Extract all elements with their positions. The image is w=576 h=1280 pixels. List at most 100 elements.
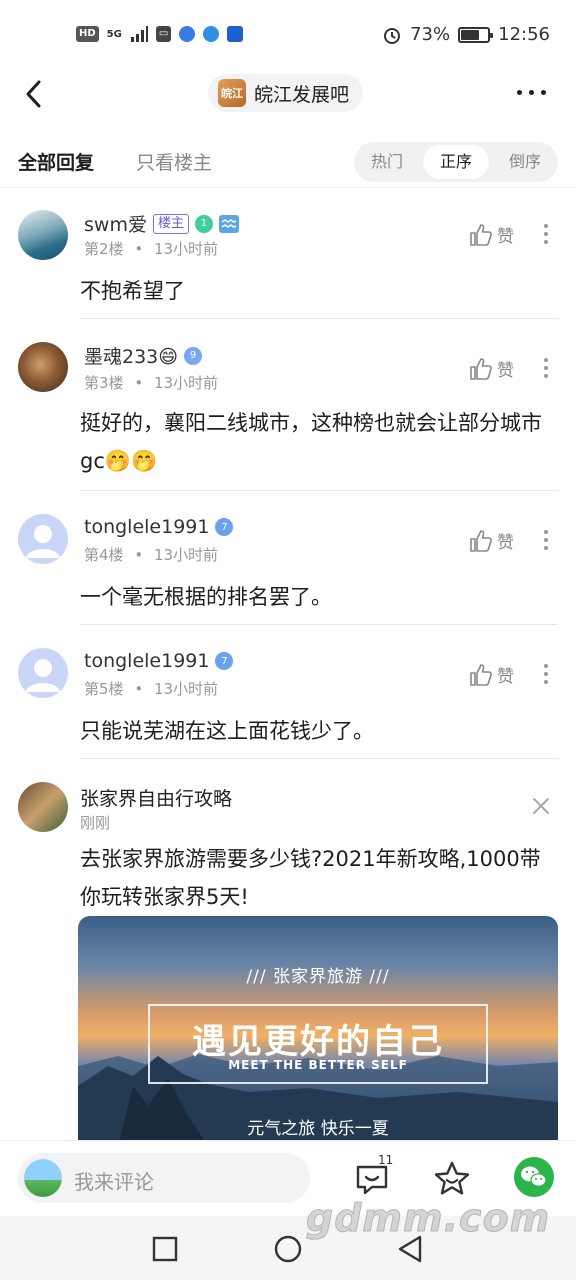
user-row: 墨魂233😄 9: [84, 342, 203, 369]
comment-meta: 第4楼 • 13小时前: [84, 546, 219, 564]
zodiac-icon: [218, 214, 239, 233]
music-icon: [179, 26, 196, 42]
like-label: 赞: [497, 361, 514, 381]
notification-icon: ▭: [155, 26, 172, 42]
username[interactable]: tonglele1991: [84, 516, 209, 538]
like-button[interactable]: 赞: [469, 356, 514, 381]
level-badge: 9: [184, 346, 203, 365]
comment-meta: 第5楼 • 13小时前: [84, 680, 219, 698]
user-row: swm爱 楼主 1: [84, 210, 239, 237]
comment-more-icon[interactable]: [544, 224, 548, 244]
thumbs-up-icon: [470, 223, 492, 246]
avatar[interactable]: [18, 210, 68, 260]
floor-number: 第2楼: [84, 240, 124, 258]
ad-text[interactable]: 去张家界旅游需要多少钱?2021年新攻略,1000带你玩转张家界5天!: [80, 840, 560, 916]
like-button[interactable]: 赞: [469, 528, 514, 553]
home-icon[interactable]: [273, 1234, 303, 1264]
like-label: 赞: [497, 667, 514, 687]
forum-logo: 皖江: [218, 79, 246, 107]
app-icon: [227, 26, 244, 42]
comment-meta: 第3楼 • 13小时前: [84, 374, 219, 392]
like-label: 赞: [497, 533, 514, 553]
post-time: 13小时前: [153, 374, 219, 392]
username[interactable]: 墨魂233😄: [84, 342, 178, 369]
top-nav: 皖江 皖江发展吧: [0, 70, 576, 118]
comment-text: 只能说芜湖在这上面花钱少了。: [80, 719, 374, 743]
banner-caption: 元气之旅 快乐一夏: [247, 1119, 389, 1139]
like-button[interactable]: 赞: [469, 222, 514, 247]
sort-asc[interactable]: 正序: [423, 145, 489, 179]
comment-item: swm爱 楼主 1 第2楼 • 13小时前 赞 不抱希望了: [0, 190, 576, 320]
avatar[interactable]: [18, 514, 68, 564]
status-bar: HD 5G ▭ 73% 12:56: [0, 0, 576, 70]
hd-icon: HD: [76, 26, 99, 42]
sort-switch: 热门 正序 倒序: [354, 142, 558, 182]
forum-name: 皖江发展吧: [254, 83, 350, 106]
wechat-share-icon[interactable]: [514, 1157, 554, 1197]
comment-more-icon[interactable]: [544, 530, 548, 550]
comment-text: 挺好的，襄阳二线城市，这种榜也就会让部分城市gc🤭🤭: [80, 411, 542, 473]
comment-more-icon[interactable]: [544, 358, 548, 378]
comment-item: tonglele1991 7 第5楼 • 13小时前 赞 只能说芜湖在这上面花钱…: [0, 628, 576, 760]
ad-name[interactable]: 张家界自由行攻略: [80, 784, 232, 811]
username[interactable]: tonglele1991: [84, 650, 209, 672]
comment-meta: 第2楼 • 13小时前: [84, 240, 219, 258]
divider: [80, 490, 558, 491]
default-avatar-icon: [26, 525, 60, 558]
recent-apps-icon[interactable]: [152, 1236, 178, 1262]
post-time: 13小时前: [153, 546, 219, 564]
status-left: HD 5G ▭: [76, 26, 244, 42]
like-button[interactable]: 赞: [469, 662, 514, 687]
tab-all-replies[interactable]: 全部回复: [18, 148, 94, 175]
divider: [80, 624, 558, 625]
floor-number: 第5楼: [84, 680, 124, 698]
user-row: tonglele1991 7: [84, 516, 234, 538]
post-time: 13小时前: [153, 680, 219, 698]
close-icon[interactable]: [532, 797, 550, 815]
level-badge: 7: [215, 652, 234, 670]
comment-item: tonglele1991 7 第4楼 • 13小时前 赞 一个毫无根据的排名罢了…: [0, 494, 576, 626]
ad-avatar[interactable]: [18, 782, 68, 832]
ad-banner-image[interactable]: /// 张家界旅游 /// 遇见更好的自己 MEET THE BETTER SE…: [78, 916, 558, 1146]
avatar[interactable]: [18, 342, 68, 392]
divider: [80, 318, 558, 319]
thumbs-up-icon: [470, 663, 492, 686]
host-badge: 楼主: [152, 213, 189, 234]
comment-placeholder: 我来评论: [74, 1170, 154, 1194]
thumbs-up-icon: [470, 357, 492, 380]
banner-english: MEET THE BETTER SELF: [228, 1058, 408, 1072]
star-icon[interactable]: [432, 1159, 472, 1199]
comment-item: 墨魂233😄 9 第3楼 • 13小时前 赞 挺好的，襄阳二线城市，这种榜也就会…: [0, 322, 576, 492]
battery-icon: [458, 26, 494, 43]
post-time: 13小时前: [153, 240, 219, 258]
comment-input[interactable]: 我来评论: [18, 1153, 310, 1203]
back-arrow-icon[interactable]: [20, 76, 50, 112]
my-avatar: [24, 1159, 62, 1197]
avatar[interactable]: [18, 648, 68, 698]
username[interactable]: swm爱: [84, 210, 147, 237]
default-avatar-icon: [26, 659, 60, 692]
floor-number: 第3楼: [84, 374, 124, 392]
alarm-icon: [384, 27, 401, 44]
forum-pill[interactable]: 皖江 皖江发展吧: [208, 74, 364, 112]
network-type: 5G: [106, 28, 122, 40]
level-badge: 7: [215, 518, 234, 536]
banner-subtitle: /// 张家界旅游 ///: [246, 967, 390, 987]
divider: [80, 758, 558, 759]
banner-title: 遇见更好的自己: [192, 1022, 444, 1062]
like-label: 赞: [497, 227, 514, 247]
comment-text: 一个毫无根据的排名罢了。: [80, 585, 332, 609]
comment-more-icon[interactable]: [544, 664, 548, 684]
sort-desc[interactable]: 倒序: [492, 145, 558, 179]
more-options-icon[interactable]: [517, 90, 546, 95]
user-row: tonglele1991 7: [84, 650, 234, 672]
battery-percent: 73%: [410, 24, 451, 45]
comment-text: 不抱希望了: [80, 279, 185, 303]
thumbs-up-icon: [470, 529, 492, 552]
signal-icon: [130, 26, 148, 42]
watermark: gdmm.com: [305, 1196, 551, 1241]
tab-op-only[interactable]: 只看楼主: [136, 148, 212, 175]
status-right: 73% 12:56: [382, 24, 550, 45]
sort-hot[interactable]: 热门: [354, 145, 420, 179]
clock: 12:56: [498, 24, 550, 45]
